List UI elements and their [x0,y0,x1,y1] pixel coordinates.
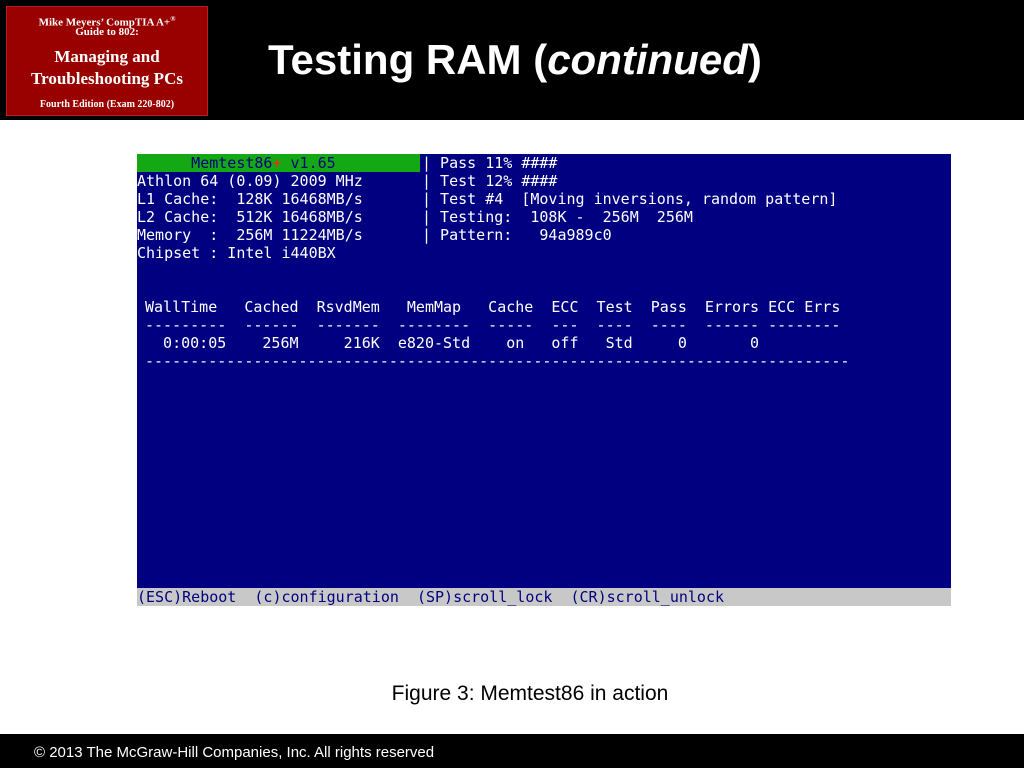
status-table-row: 0:00:05 256M 216K e820-Std on off Std 0 … [145,334,760,352]
registered-mark: ® [170,15,176,23]
copyright-notice: © 2013 The McGraw-Hill Companies, Inc. A… [34,744,435,761]
memory-line: Memory : 256M 11224MB/s [137,226,363,244]
book-title-line1: Managing and [54,47,160,66]
memtest-key-hints: (ESC)Reboot (c)configuration (SP)scroll_… [137,588,951,606]
cpu-info-line: Athlon 64 (0.09) 2009 MHz [137,172,363,190]
slide-title: Testing RAM (continued) [268,34,762,86]
memtest-screenshot: Memtest86+ v1.65 Athlon 64 (0.09) 2009 M… [137,154,951,606]
status-table-header: WallTime Cached RsvdMem MemMap Cache ECC… [145,298,841,316]
banner-text: Memtest86+ v1.65 [137,154,336,172]
chipset-line: Chipset : Intel i440BX [137,244,336,262]
pattern-line: | Pattern: 94a989c0 [422,226,612,244]
book-title-badge: Mike Meyers’ CompTIA A+® Guide to 802: M… [6,6,208,116]
testing-range-line: | Testing: 108K - 256M 256M [422,208,693,226]
book-guide-line: Guide to 802: [75,26,139,38]
pass-progress-line: | Pass 11% #### [422,154,558,172]
l1-cache-line: L1 Cache: 128K 16468MB/s [137,190,363,208]
book-edition: Fourth Edition (Exam 220-802) [39,99,175,110]
figure-caption: Figure 3: Memtest86 in action [391,682,669,705]
status-table-underline: --------- ------ ------- -------- ----- … [145,316,841,334]
banner-version: v1.65 [281,154,336,172]
book-title-line2: Troubleshooting PCs [31,69,183,88]
slide-title-italic: continued [547,36,748,83]
slide-footer: © 2013 The McGraw-Hill Companies, Inc. A… [0,734,1024,768]
test-name-line: | Test #4 [Moving inversions, random pat… [422,190,838,208]
slide-title-main: Testing RAM ( [268,36,548,83]
l2-cache-line: L2 Cache: 512K 16468MB/s [137,208,363,226]
slide-header: Mike Meyers’ CompTIA A+® Guide to 802: M… [0,0,1024,120]
status-table-rule: ----------------------------------------… [145,352,850,370]
banner-program-name: Memtest86 [137,154,273,172]
test-progress-line: | Test 12% #### [422,172,558,190]
memtest-banner: Memtest86+ v1.65 [137,154,420,172]
slide-title-close: ) [747,36,762,83]
banner-plus: + [272,154,282,172]
